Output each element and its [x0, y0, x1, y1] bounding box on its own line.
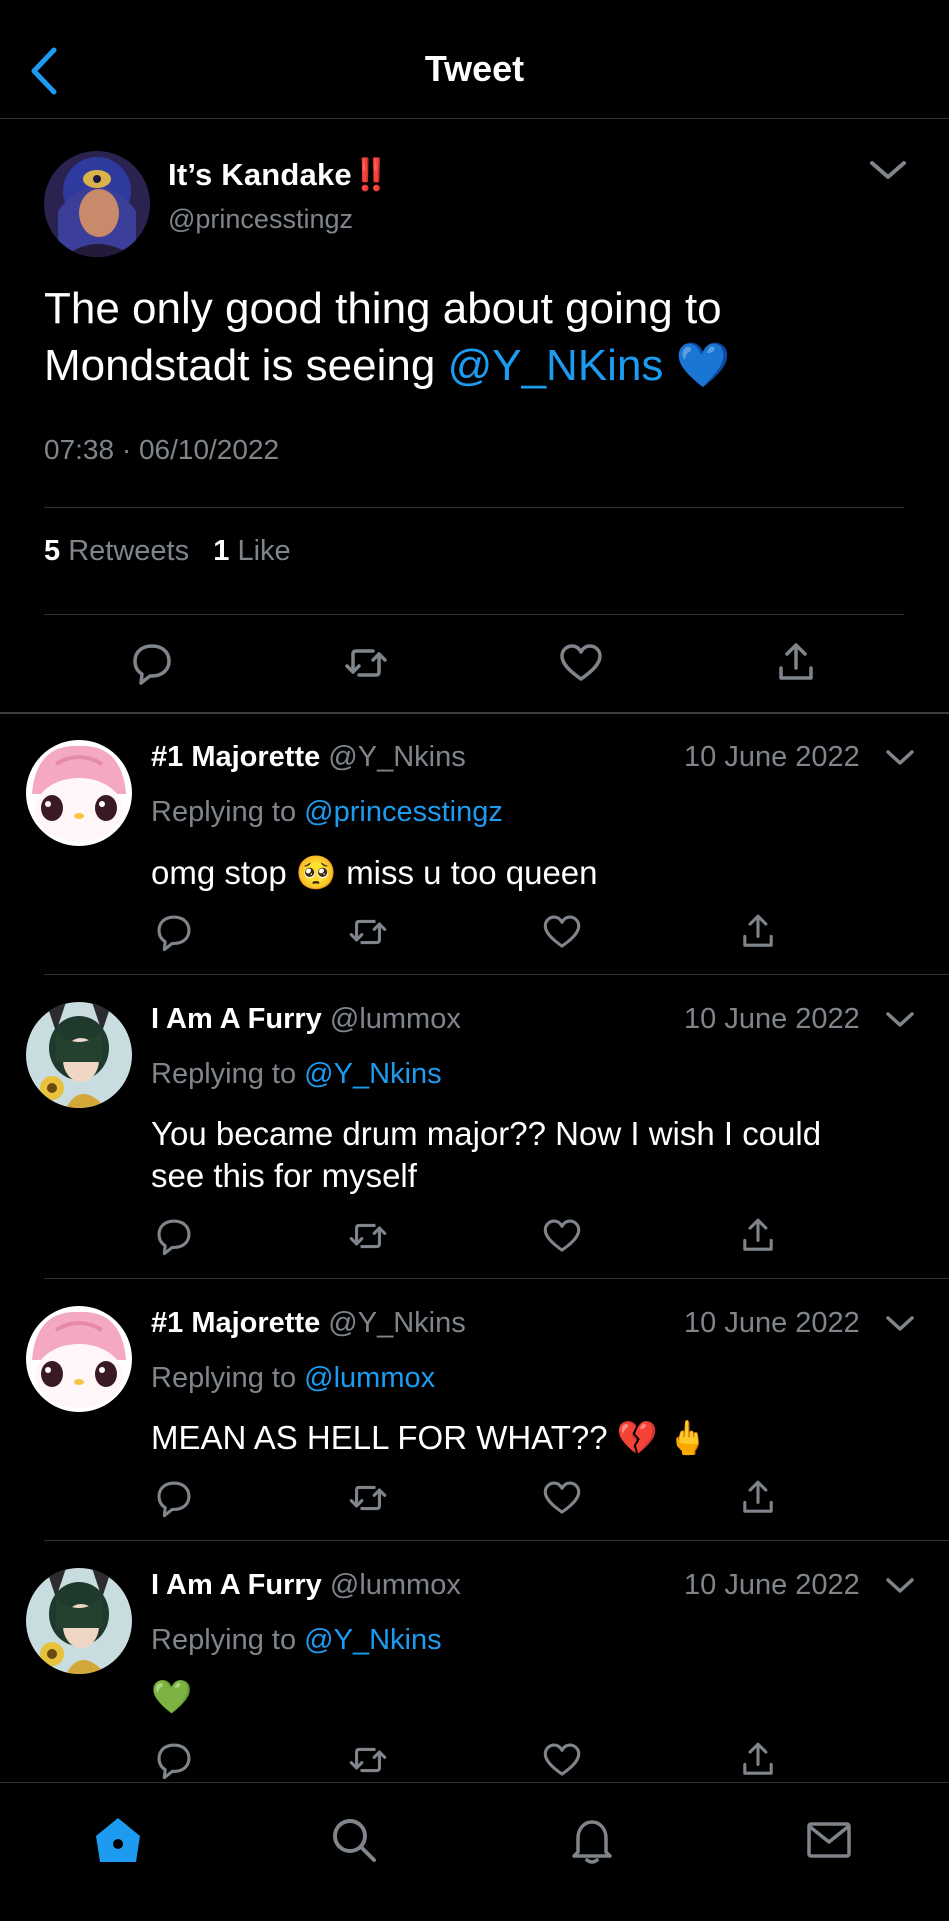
avatar[interactable] [26, 1002, 132, 1108]
mention-link[interactable]: @Y_Nkins [304, 1058, 441, 1090]
avatar[interactable] [26, 1568, 132, 1674]
replying-to: Replying to @Y_Nkins [151, 1058, 442, 1090]
reply-text: You became drum major?? Now I wish I cou… [151, 1115, 822, 1194]
replying-to: Replying to @Y_Nkins [151, 1624, 442, 1656]
green-heart-emoji: 💚 [151, 1678, 193, 1715]
reply-icon[interactable] [152, 1214, 196, 1258]
avatar[interactable] [44, 151, 150, 257]
like-icon[interactable] [540, 1738, 584, 1782]
share-icon[interactable] [771, 638, 821, 688]
chevron-down-icon[interactable] [884, 747, 916, 769]
reply-text: omg stop 🥺 miss u too queen [151, 854, 598, 891]
divider [44, 614, 904, 615]
tweet-timestamp: 07:38 · 06/10/2022 [44, 434, 280, 465]
chevron-down-icon[interactable] [884, 1575, 916, 1597]
retweet-icon[interactable] [346, 1476, 390, 1520]
reply-date: 10 June 2022 [684, 1569, 860, 1601]
page-title: Tweet [424, 48, 525, 89]
home-icon[interactable] [92, 1814, 144, 1866]
reply-author[interactable]: I Am A Furry @lummox [151, 1003, 461, 1036]
reply-icon[interactable] [127, 638, 177, 688]
reply-separator [44, 974, 949, 975]
reply-text: MEAN AS HELL FOR WHAT?? 💔 🖕 [151, 1419, 709, 1456]
chevron-down-icon[interactable] [866, 155, 910, 185]
reply-text: 💚 [151, 1676, 911, 1718]
share-icon[interactable] [736, 910, 780, 954]
mail-icon[interactable] [803, 1814, 855, 1866]
reply-date: 10 June 2022 [684, 1003, 860, 1035]
section-divider [0, 712, 949, 714]
bell-icon[interactable] [566, 1814, 618, 1866]
retweet-icon[interactable] [346, 1738, 390, 1782]
mention-link[interactable]: @Y_NKins [448, 341, 664, 390]
replying-to: Replying to @lummox [151, 1362, 436, 1394]
search-icon[interactable] [328, 1814, 380, 1866]
retweet-icon[interactable] [346, 1214, 390, 1258]
like-icon[interactable] [540, 910, 584, 954]
retweet-icon[interactable] [341, 638, 391, 688]
like-icon[interactable] [540, 1214, 584, 1258]
chevron-down-icon[interactable] [884, 1009, 916, 1031]
avatar[interactable] [26, 1306, 132, 1412]
share-icon[interactable] [736, 1214, 780, 1258]
broken-heart-emoji: 💔 [616, 1419, 658, 1456]
like-icon[interactable] [540, 1476, 584, 1520]
middle-finger-emoji: 🖕 [667, 1419, 709, 1456]
reply-separator [44, 1278, 949, 1279]
replying-to: Replying to @princesstingz [151, 796, 503, 828]
reply-author[interactable]: #1 Majorette @Y_Nkins [151, 741, 466, 774]
pleading-face-emoji: 🥺 [295, 854, 338, 891]
reply-date: 10 June 2022 [684, 741, 860, 773]
share-icon[interactable] [736, 1476, 780, 1520]
divider [44, 507, 904, 508]
chevron-down-icon[interactable] [884, 1313, 916, 1335]
blue-heart-emoji: 💙 [675, 341, 731, 390]
reply-icon[interactable] [152, 1476, 196, 1520]
reply-author[interactable]: I Am A Furry @lummox [151, 1569, 461, 1602]
reply-icon[interactable] [152, 1738, 196, 1782]
reply-icon[interactable] [152, 910, 196, 954]
mention-link[interactable]: @Y_Nkins [304, 1624, 441, 1656]
reply-author[interactable]: #1 Majorette @Y_Nkins [151, 1307, 466, 1340]
like-icon[interactable] [556, 638, 606, 688]
engagement-counts[interactable]: 5 Retweets 1 Like [44, 535, 291, 568]
reply-date: 10 June 2022 [684, 1307, 860, 1339]
mention-link[interactable]: @lummox [304, 1362, 435, 1394]
retweet-icon[interactable] [346, 910, 390, 954]
mention-link[interactable]: @princesstingz [304, 796, 503, 828]
user-handle[interactable]: @princesstingz [168, 204, 353, 235]
double-exclamation-emoji: ‼️ [351, 157, 391, 192]
display-name[interactable]: It’s Kandake‼️ [168, 156, 391, 193]
share-icon[interactable] [736, 1738, 780, 1782]
reply-separator [44, 1540, 949, 1541]
tweet-text: The only good thing about going to Monds… [44, 284, 731, 390]
avatar[interactable] [26, 740, 132, 846]
